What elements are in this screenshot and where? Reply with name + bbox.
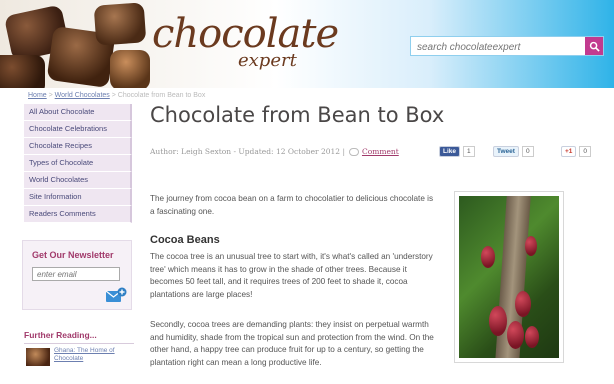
facebook-like-count: 1 (463, 145, 475, 157)
breadcrumb-current: Chocolate from Bean to Box (117, 92, 206, 99)
further-reading-thumbnail[interactable] (26, 348, 50, 366)
newsletter-email-input[interactable] (32, 267, 120, 281)
further-reading-link[interactable]: Ghana: The Home of Chocolate (54, 347, 124, 363)
sidebar-item-readers-comments[interactable]: Readers Comments (24, 206, 132, 223)
logo-sub-text: expert (238, 50, 297, 71)
facebook-like: Like 1 (439, 145, 475, 157)
chocolates-banner-image (0, 0, 150, 88)
further-reading-title: Further Reading... (24, 330, 134, 344)
breadcrumb: Home > World Chocolates > Chocolate from… (28, 92, 205, 99)
sidebar-item-all-about-chocolate[interactable]: All About Chocolate (24, 104, 132, 121)
site-header: chocolate expert (0, 0, 614, 88)
article-photo-frame (454, 191, 564, 363)
breadcrumb-separator: > (109, 92, 118, 99)
newsletter-box: Get Our Newsletter (22, 240, 132, 310)
breadcrumb-separator: > (46, 92, 55, 99)
cocoa-tree-photo (459, 196, 559, 358)
google-plus-one-button[interactable]: +1 (561, 145, 577, 157)
article-paragraph-2: Secondly, cocoa trees are demanding plan… (150, 320, 434, 367)
newsletter-title: Get Our Newsletter (32, 250, 114, 260)
site-logo[interactable]: chocolate expert (152, 11, 339, 74)
logo-main-text: chocolate (152, 11, 339, 57)
breadcrumb-section-link[interactable]: World Chocolates (55, 92, 110, 99)
magnifier-icon (589, 41, 600, 52)
comment-link[interactable]: Comment (362, 147, 399, 156)
sidebar-item-chocolate-recipes[interactable]: Chocolate Recipes (24, 138, 132, 155)
google-plus-one-count: 0 (579, 145, 592, 157)
search-button[interactable] (585, 37, 603, 55)
search-box (410, 36, 604, 57)
sidebar-item-chocolate-celebrations[interactable]: Chocolate Celebrations (24, 121, 132, 138)
sidebar-item-types-of-chocolate[interactable]: Types of Chocolate (24, 155, 132, 172)
page-title: Chocolate from Bean to Box (150, 103, 445, 127)
twitter-tweet: Tweet 0 (493, 145, 534, 157)
google-plus-one: +1 0 (561, 145, 592, 157)
search-input[interactable] (411, 38, 585, 57)
article-author-date: Author: Leigh Sexton - Updated: 12 Octob… (150, 147, 345, 156)
tweet-button[interactable]: Tweet (493, 145, 519, 157)
article-meta: Author: Leigh Sexton - Updated: 12 Octob… (150, 147, 399, 156)
article-intro: The journey from cocoa bean on a farm to… (150, 194, 434, 216)
tweet-count: 0 (521, 145, 534, 157)
article-paragraph-1: The cocoa tree is an unusual tree to sta… (150, 252, 433, 299)
facebook-like-button[interactable]: Like (439, 145, 461, 157)
speech-bubble-icon (348, 148, 359, 156)
envelope-plus-icon[interactable] (105, 287, 127, 303)
sidebar-item-site-information[interactable]: Site Information (24, 189, 132, 206)
further-reading: Further Reading... Ghana: The Home of Ch… (24, 330, 134, 366)
sidebar-item-world-chocolates[interactable]: World Chocolates (24, 172, 132, 189)
breadcrumb-home-link[interactable]: Home (28, 92, 47, 99)
section-heading-cocoa-beans: Cocoa Beans (150, 234, 220, 246)
sidebar-nav: All About Chocolate Chocolate Celebratio… (24, 104, 132, 223)
